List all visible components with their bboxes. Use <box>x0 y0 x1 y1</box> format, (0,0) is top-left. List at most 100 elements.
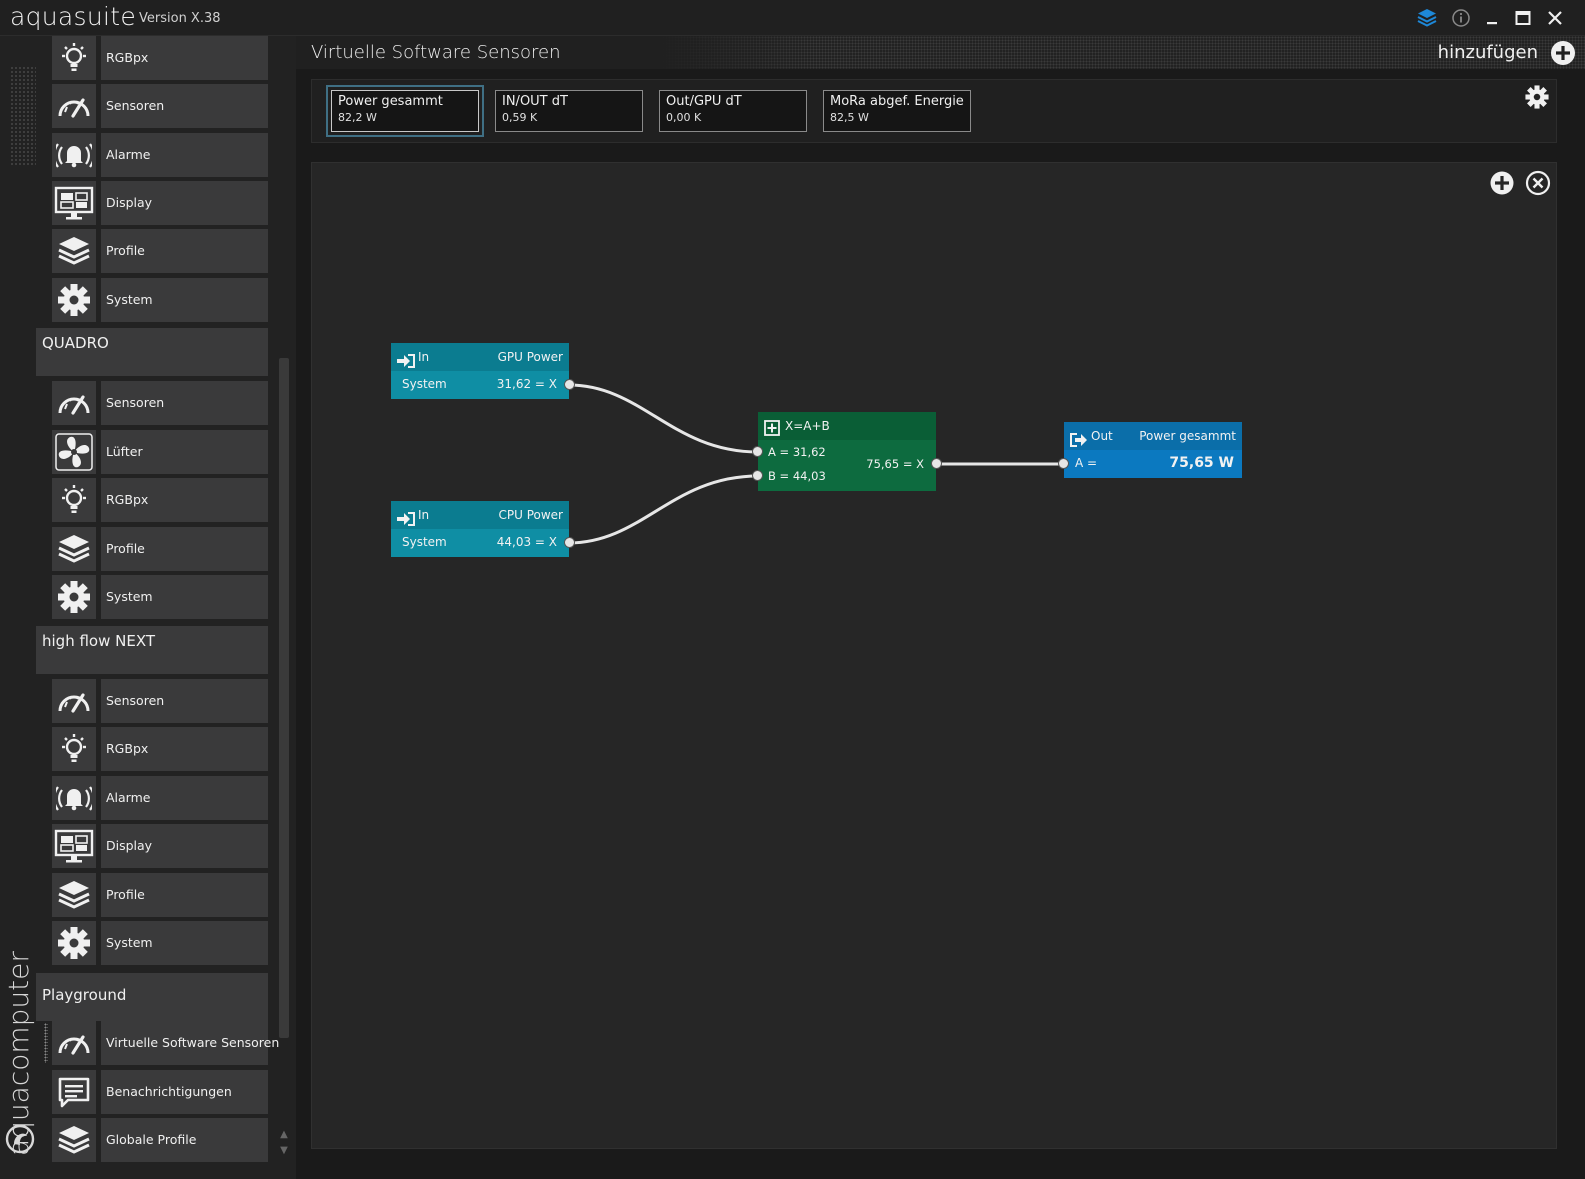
sidebar-item-hfn-display[interactable]: Display <box>52 824 268 868</box>
sidebar-item-label: Sensoren <box>101 679 268 723</box>
output-node-power-gesammt[interactable]: Out Power gesammt A = 75,65 W <box>1058 422 1242 478</box>
brand-logo-icon <box>5 1124 35 1154</box>
gauge-icon <box>52 84 96 128</box>
sidebar-item-rgbpx[interactable]: RGBpx <box>52 36 268 80</box>
sidebar-item-hfn-profile[interactable]: Profile <box>52 873 268 917</box>
bulb-icon <box>52 478 96 522</box>
output-port[interactable] <box>564 537 575 548</box>
sidebar-item-label: Sensoren <box>101 381 268 425</box>
group-header-playground[interactable]: Playground <box>36 973 268 1021</box>
sidebar-item-quadro-sensoren[interactable]: Sensoren <box>52 381 268 425</box>
close-circle-icon[interactable] <box>1525 170 1551 196</box>
sidebar-item-label: Alarme <box>101 133 268 177</box>
sensor-value: 0,59 K <box>502 111 538 124</box>
sidebar-item-label: Profile <box>101 229 268 273</box>
sidebar-item-label: Alarme <box>101 776 268 820</box>
display-icon <box>52 824 96 868</box>
sensor-tile-power-gesammt[interactable]: Power gesammt 82,2 W <box>326 85 484 137</box>
sensor-tile-out-gpu-dt[interactable]: Out/GPU dT 0,00 K <box>659 90 807 132</box>
sidebar-item-hfn-sensoren[interactable]: Sensoren <box>52 679 268 723</box>
output-port[interactable] <box>564 379 575 390</box>
layers-icon <box>52 229 96 273</box>
gear-icon <box>52 921 96 965</box>
info-icon[interactable] <box>1448 6 1474 30</box>
sidebar-item-sensoren[interactable]: Sensoren <box>52 84 268 128</box>
app-version: Version X.38 <box>139 11 221 26</box>
sidebar-item-hfn-system[interactable]: System <box>52 921 268 965</box>
input-node-cpu-power[interactable]: In CPU Power System 44,03 = X <box>391 501 575 557</box>
sidebar-scroll-thumb[interactable] <box>279 358 289 1038</box>
operator-formula: X=A+B <box>785 419 830 433</box>
gauge-icon <box>52 1021 96 1065</box>
minimize-icon[interactable] <box>1479 6 1505 30</box>
sidebar-item-hfn-rgbpx[interactable]: RGBpx <box>52 727 268 771</box>
gear-icon <box>52 278 96 322</box>
sensor-tile-mora-energie[interactable]: MoRa abgef. Energie 82,5 W <box>823 90 971 132</box>
sensor-value: 0,00 K <box>666 111 702 124</box>
sensor-title: Out/GPU dT <box>666 94 742 109</box>
page-header: Virtuelle Software Sensoren hinzufügen <box>296 36 1585 69</box>
gear-icon[interactable] <box>1524 84 1550 110</box>
plus-circle-icon[interactable] <box>1489 170 1515 196</box>
add-sensor-label[interactable]: hinzufügen <box>1438 42 1538 63</box>
node-kind: In <box>418 508 430 522</box>
sidebar-item-virtuelle-software-sensoren[interactable]: Virtuelle Software Sensoren <box>44 1021 279 1065</box>
sidebar-item-quadro-system[interactable]: System <box>52 575 268 619</box>
group-header-high-flow-next[interactable]: high flow NEXT <box>36 626 268 674</box>
sensor-value: 82,5 W <box>830 111 869 124</box>
node-source: GPU Power <box>497 350 563 364</box>
sidebar-item-alarme[interactable]: Alarme <box>52 133 268 177</box>
sidebar-item-label: Profile <box>101 527 268 571</box>
decor-dots <box>10 66 36 166</box>
sidebar-item-label: RGBpx <box>101 478 268 522</box>
node-canvas[interactable]: In GPU Power System 31,62 = X In CPU Pow… <box>311 162 1557 1149</box>
sidebar-item-benachrichtigungen[interactable]: Benachrichtigungen <box>52 1070 268 1114</box>
layers-icon <box>52 527 96 571</box>
operand-a: A = <box>1075 456 1098 470</box>
node-group: System <box>402 377 447 391</box>
link-gpu-to-a <box>568 383 759 454</box>
sidebar-item-hfn-alarme[interactable]: Alarme <box>52 776 268 820</box>
output-port[interactable] <box>931 458 942 469</box>
sidebar-item-system[interactable]: System <box>52 278 268 322</box>
node-source: CPU Power <box>498 508 564 522</box>
plus-circle-icon[interactable] <box>1550 40 1576 66</box>
sidebar-item-quadro-luefter[interactable]: Lüfter <box>52 430 268 474</box>
sidebar-item-quadro-rgbpx[interactable]: RGBpx <box>52 478 268 522</box>
message-icon <box>52 1070 96 1114</box>
close-icon[interactable] <box>1542 6 1568 30</box>
group-header-quadro[interactable]: QUADRO <box>36 328 268 376</box>
plus-square-icon <box>764 418 780 446</box>
sensor-title: Power gesammt <box>338 94 443 109</box>
input-port-a[interactable] <box>1058 458 1069 469</box>
gauge-icon <box>52 381 96 425</box>
input-node-gpu-power[interactable]: In GPU Power System 31,62 = X <box>391 343 575 399</box>
operator-result: 75,65 = X <box>866 457 924 471</box>
node-kind: Out <box>1091 429 1113 443</box>
scroll-down-icon[interactable]: ▼ <box>279 1146 289 1156</box>
sidebar-item-globale-profile[interactable]: Globale Profile <box>52 1118 268 1162</box>
display-icon <box>52 181 96 225</box>
sidebar-item-label: Lüfter <box>101 430 268 474</box>
sidebar-item-label: System <box>101 278 268 322</box>
output-value: 75,65 W <box>1169 455 1234 471</box>
node-kind: In <box>418 350 430 364</box>
operator-node-add[interactable]: X=A+B A = 31,62 B = 44,03 75,65 = X <box>752 412 942 491</box>
gauge-icon <box>52 679 96 723</box>
sidebar-item-profile[interactable]: Profile <box>52 229 268 273</box>
maximize-icon[interactable] <box>1510 6 1536 30</box>
fan-icon <box>52 430 96 474</box>
input-port-a[interactable] <box>752 446 763 457</box>
sidebar-item-display[interactable]: Display <box>52 181 268 225</box>
scroll-up-icon[interactable]: ▲ <box>279 1130 289 1140</box>
layers-icon[interactable] <box>1414 6 1440 30</box>
app-name: aquasuite <box>10 2 137 31</box>
node-value: 44,03 = X <box>496 535 557 549</box>
bulb-icon <box>52 36 96 80</box>
sidebar-item-label: Sensoren <box>101 84 268 128</box>
layers-icon <box>52 873 96 917</box>
bulb-icon <box>52 727 96 771</box>
sidebar-item-quadro-profile[interactable]: Profile <box>52 527 268 571</box>
sensor-tile-in-out-dt[interactable]: IN/OUT dT 0,59 K <box>495 90 643 132</box>
input-port-b[interactable] <box>752 470 763 481</box>
